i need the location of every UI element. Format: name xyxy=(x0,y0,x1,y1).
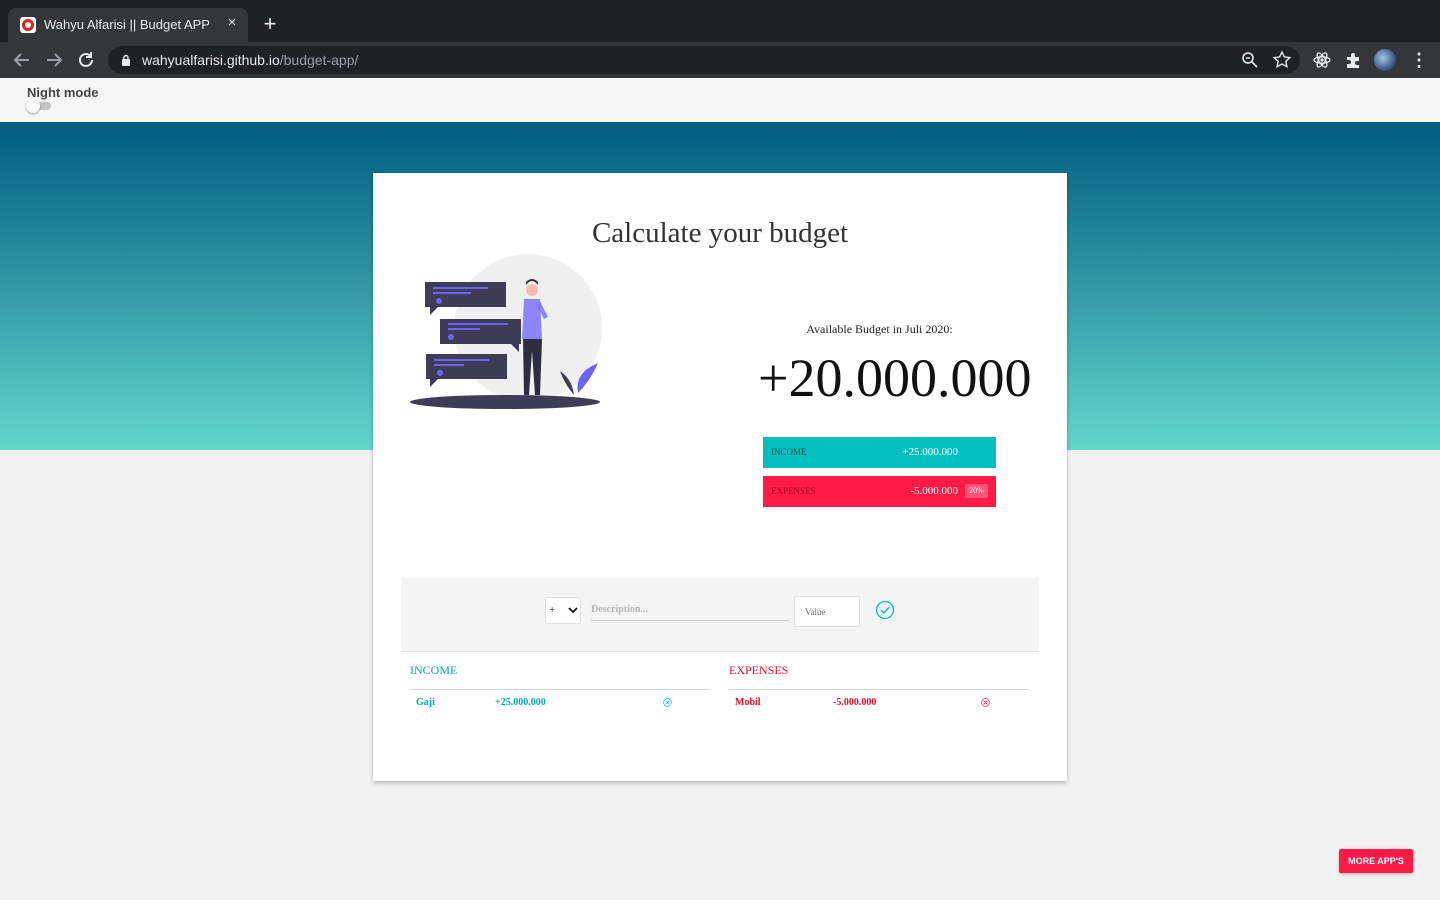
browser-menu-icon[interactable]: ⋮ xyxy=(1410,50,1428,70)
tab-close-button[interactable]: × xyxy=(223,14,241,32)
type-select-value: + xyxy=(549,604,556,616)
delete-item-icon[interactable] xyxy=(663,698,672,707)
night-mode-bar: Night mode xyxy=(0,78,1440,122)
browser-toolbar: wahyualfarisi.github.io/budget-app/ ⋮ xyxy=(0,42,1440,78)
react-devtools-icon[interactable] xyxy=(1312,50,1332,70)
item-description: Mobil xyxy=(735,697,761,708)
lock-icon xyxy=(122,54,130,66)
extensions-puzzle-icon[interactable] xyxy=(1344,50,1364,70)
value-input[interactable]: Value xyxy=(794,596,860,627)
expenses-list: EXPENSES Mobil -5.000.000 xyxy=(729,663,1029,714)
income-summary-value: +25.000.000 xyxy=(902,446,958,458)
browser-tab-bar: Wahyu Alfarisi || Budget APP × + xyxy=(0,0,1440,42)
browser-tab[interactable]: Wahyu Alfarisi || Budget APP × xyxy=(8,8,248,42)
url-text: wahyualfarisi.github.io/budget-app/ xyxy=(142,52,358,68)
income-list: INCOME Gaji +25.000.000 xyxy=(410,663,710,714)
bookmark-star-icon[interactable] xyxy=(1272,50,1292,70)
value-placeholder: Value xyxy=(805,607,826,617)
income-list-title: INCOME xyxy=(410,663,458,677)
site-favicon-icon xyxy=(20,17,36,33)
description-input[interactable]: Description... xyxy=(591,599,790,621)
tab-title: Wahyu Alfarisi || Budget APP xyxy=(44,17,210,32)
add-check-icon[interactable] xyxy=(875,600,895,620)
reload-button[interactable] xyxy=(74,48,98,72)
zoom-icon[interactable] xyxy=(1240,50,1260,70)
item-value: +25.000.000 xyxy=(495,697,546,708)
chevron-down-icon xyxy=(568,607,578,614)
item-description: Gaji xyxy=(416,697,435,708)
night-mode-label: Night mode xyxy=(27,85,99,100)
type-select[interactable]: + xyxy=(545,597,581,624)
url-path: /budget-app/ xyxy=(279,52,359,68)
expenses-summary: EXPENSES -5.000.000 20% xyxy=(763,476,996,507)
available-budget-value: +20.000.000 xyxy=(758,348,1032,408)
item-value: -5.000.000 xyxy=(833,697,877,708)
list-item: Mobil -5.000.000 xyxy=(729,690,1029,714)
profile-avatar[interactable] xyxy=(1374,49,1396,71)
income-summary-label: INCOME xyxy=(771,447,807,457)
expenses-percentage-badge: 20% xyxy=(965,484,988,498)
night-mode-toggle[interactable] xyxy=(26,99,51,113)
back-button[interactable] xyxy=(10,48,34,72)
income-summary: INCOME +25.000.000 xyxy=(763,437,996,468)
budget-card: Calculate your budget Available Budget i… xyxy=(373,173,1067,781)
more-apps-button[interactable]: MORE APP'S xyxy=(1339,849,1413,873)
available-budget-label: Available Budget in Juli 2020: xyxy=(806,322,953,336)
back-arrow-icon xyxy=(13,53,29,67)
address-bar[interactable]: wahyualfarisi.github.io/budget-app/ xyxy=(108,46,1300,74)
delete-item-icon[interactable] xyxy=(981,698,990,707)
add-item-panel: + Description... Value xyxy=(401,578,1039,652)
forward-button[interactable] xyxy=(42,48,66,72)
url-host: wahyualfarisi.github.io xyxy=(142,52,280,68)
expenses-summary-label: EXPENSES xyxy=(771,486,816,496)
new-tab-button[interactable]: + xyxy=(258,12,282,36)
list-item: Gaji +25.000.000 xyxy=(410,690,710,714)
forward-arrow-icon xyxy=(47,53,63,67)
toggle-knob xyxy=(26,99,40,113)
expenses-list-title: EXPENSES xyxy=(729,663,789,677)
reload-icon xyxy=(79,52,93,67)
expenses-summary-value: -5.000.000 xyxy=(910,485,958,497)
chat-person-illustration xyxy=(410,254,602,409)
description-placeholder: Description... xyxy=(591,604,648,615)
